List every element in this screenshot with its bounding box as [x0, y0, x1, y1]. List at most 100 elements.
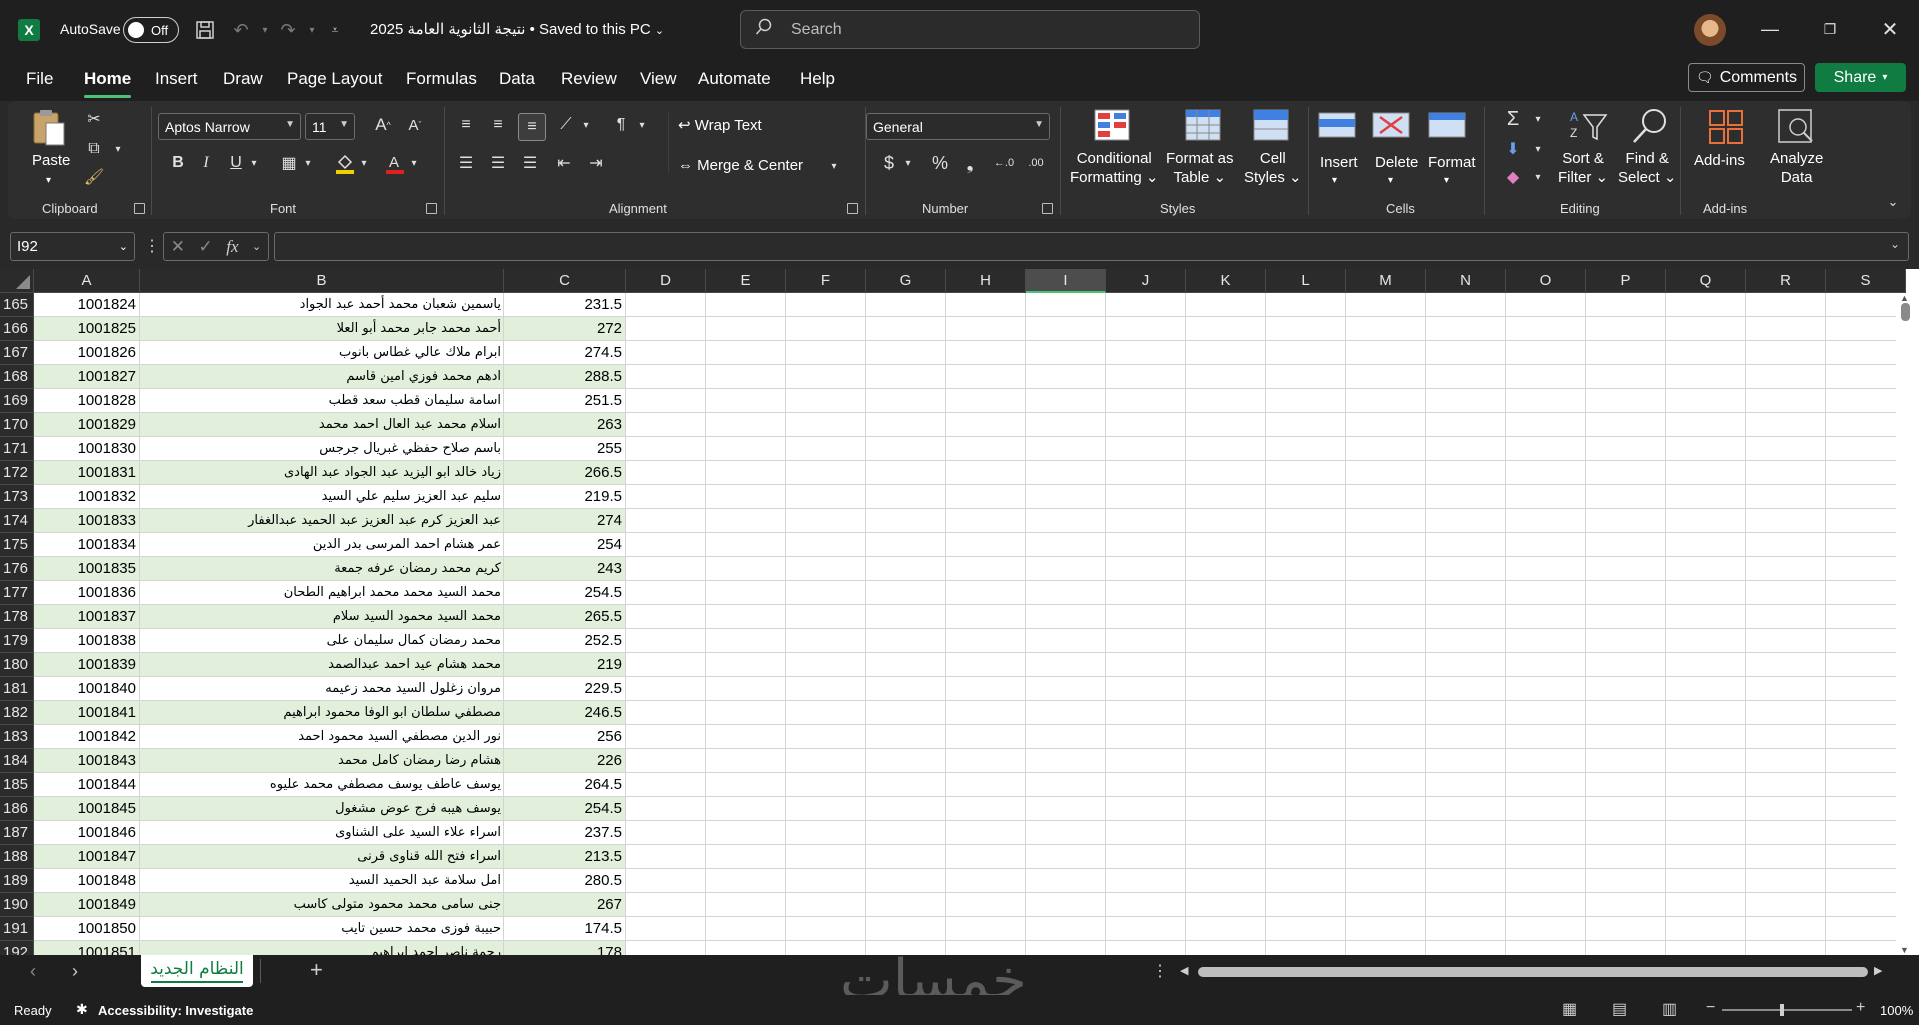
wrap-text-button[interactable]: ↩ Wrap Text: [678, 116, 762, 135]
cell-empty[interactable]: [1026, 437, 1106, 461]
cell-empty[interactable]: [1186, 485, 1266, 509]
underline-icon[interactable]: U: [226, 151, 246, 175]
cell-empty[interactable]: [626, 533, 706, 557]
cell-empty[interactable]: [1106, 797, 1186, 821]
cell-empty[interactable]: [1106, 293, 1186, 317]
cell-empty[interactable]: [1106, 581, 1186, 605]
cell-empty[interactable]: [1266, 677, 1346, 701]
cell-empty[interactable]: [1666, 773, 1746, 797]
cell-empty[interactable]: [1746, 917, 1826, 941]
decrease-decimal-icon[interactable]: .00: [1022, 151, 1050, 175]
cell-empty[interactable]: [626, 749, 706, 773]
cell-empty[interactable]: [1346, 461, 1426, 485]
cell-empty[interactable]: [946, 293, 1026, 317]
row-header[interactable]: 173: [0, 485, 34, 509]
cell-empty[interactable]: [1586, 317, 1666, 341]
increase-font-icon[interactable]: A ^: [372, 113, 394, 137]
cell-empty[interactable]: [1026, 341, 1106, 365]
cell-empty[interactable]: [866, 533, 946, 557]
menu-home[interactable]: Home: [84, 69, 131, 89]
cell-empty[interactable]: [1826, 653, 1906, 677]
accessibility-status[interactable]: Accessibility: Investigate: [98, 1003, 253, 1018]
cell-empty[interactable]: [626, 485, 706, 509]
name-box[interactable]: I92 ⌄: [10, 232, 135, 261]
cell-empty[interactable]: [706, 725, 786, 749]
cell-empty[interactable]: [1026, 317, 1106, 341]
fill-dropdown-icon[interactable]: ▾: [1532, 137, 1544, 161]
row-header[interactable]: 182: [0, 701, 34, 725]
cell-empty[interactable]: [706, 509, 786, 533]
row-header[interactable]: 184: [0, 749, 34, 773]
autosum-icon[interactable]: Σ: [1500, 107, 1526, 131]
cell-empty[interactable]: [946, 581, 1026, 605]
cell-empty[interactable]: [1106, 869, 1186, 893]
align-right-icon[interactable]: ☰: [518, 151, 542, 175]
underline-dropdown-icon[interactable]: ▾: [248, 151, 260, 175]
cell-empty[interactable]: [1666, 941, 1746, 955]
column-header-l[interactable]: L: [1266, 269, 1346, 293]
cell-empty[interactable]: [786, 869, 866, 893]
cell-empty[interactable]: [1346, 725, 1426, 749]
cell-empty[interactable]: [786, 485, 866, 509]
cell-empty[interactable]: [1666, 629, 1746, 653]
column-header-e[interactable]: E: [706, 269, 786, 293]
horizontal-scrollbar[interactable]: [1198, 967, 1868, 977]
column-header-s[interactable]: S: [1826, 269, 1906, 293]
delete-cells-label[interactable]: Delete: [1375, 153, 1418, 172]
cell-empty[interactable]: [866, 845, 946, 869]
cell-empty[interactable]: [786, 533, 866, 557]
conditional-formatting-icon[interactable]: [1094, 109, 1134, 149]
cell-student-name[interactable]: زياد خالد ابو اليزيد عبد الجواد عبد الها…: [140, 461, 504, 485]
cell-empty[interactable]: [626, 725, 706, 749]
cell-empty[interactable]: [706, 413, 786, 437]
cell-total-score[interactable]: 280.5: [504, 869, 626, 893]
cell-empty[interactable]: [1666, 725, 1746, 749]
scroll-up-icon[interactable]: ▲: [1900, 293, 1909, 303]
cell-empty[interactable]: [706, 581, 786, 605]
cell-empty[interactable]: [1026, 653, 1106, 677]
cell-seat-number[interactable]: 1001844: [34, 773, 140, 797]
cell-total-score[interactable]: 219: [504, 653, 626, 677]
cell-empty[interactable]: [706, 341, 786, 365]
cell-empty[interactable]: [1186, 653, 1266, 677]
cell-empty[interactable]: [626, 797, 706, 821]
cell-empty[interactable]: [1026, 701, 1106, 725]
column-header-f[interactable]: F: [786, 269, 866, 293]
cell-empty[interactable]: [706, 437, 786, 461]
cell-empty[interactable]: [1266, 629, 1346, 653]
cell-empty[interactable]: [866, 365, 946, 389]
menu-file[interactable]: File: [26, 69, 53, 89]
cell-empty[interactable]: [1506, 557, 1586, 581]
cell-empty[interactable]: [1426, 917, 1506, 941]
cell-empty[interactable]: [1826, 293, 1906, 317]
cell-empty[interactable]: [1586, 725, 1666, 749]
find-select-icon[interactable]: [1630, 107, 1670, 147]
menu-review[interactable]: Review: [561, 69, 617, 89]
cell-empty[interactable]: [866, 581, 946, 605]
align-center-icon[interactable]: ☰: [486, 151, 510, 175]
cell-empty[interactable]: [1666, 557, 1746, 581]
cell-student-name[interactable]: يوسف عاطف يوسف مصطفي محمد عليوه: [140, 773, 504, 797]
cell-empty[interactable]: [1746, 677, 1826, 701]
cell-empty[interactable]: [946, 725, 1026, 749]
cell-empty[interactable]: [1106, 533, 1186, 557]
cell-empty[interactable]: [1346, 437, 1426, 461]
close-icon[interactable]: ✕: [1870, 14, 1910, 44]
cell-empty[interactable]: [1106, 413, 1186, 437]
cell-empty[interactable]: [1506, 653, 1586, 677]
cell-empty[interactable]: [1186, 461, 1266, 485]
cell-empty[interactable]: [1186, 797, 1266, 821]
cell-seat-number[interactable]: 1001838: [34, 629, 140, 653]
cell-empty[interactable]: [866, 701, 946, 725]
cell-empty[interactable]: [1026, 797, 1106, 821]
row-header[interactable]: 189: [0, 869, 34, 893]
alignment-launcher-icon[interactable]: [847, 203, 858, 214]
cell-empty[interactable]: [866, 773, 946, 797]
cell-empty[interactable]: [1426, 485, 1506, 509]
align-top-icon[interactable]: ≡: [454, 113, 478, 137]
cell-empty[interactable]: [866, 317, 946, 341]
cell-empty[interactable]: [706, 845, 786, 869]
cell-empty[interactable]: [706, 389, 786, 413]
cell-empty[interactable]: [1506, 365, 1586, 389]
cell-empty[interactable]: [1586, 533, 1666, 557]
